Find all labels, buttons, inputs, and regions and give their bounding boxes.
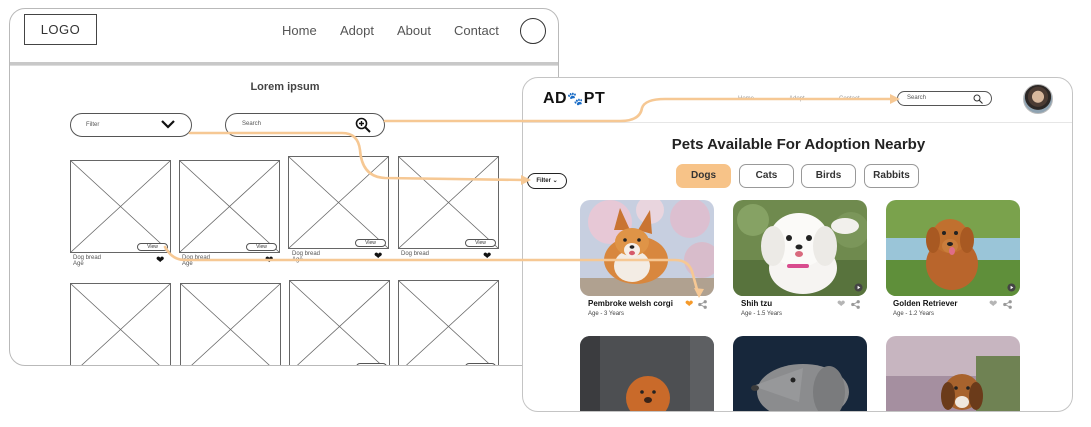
- wireframe-filter-label: Filter: [86, 122, 100, 128]
- filter-label: Filter: [536, 178, 551, 184]
- wireframe-view-button[interactable]: View: [246, 243, 277, 251]
- nav-adopt[interactable]: Adopt: [789, 96, 805, 102]
- filter-dropdown[interactable]: Filter ⌄: [527, 173, 567, 189]
- wireframe-card-caption: Dog bread Age: [73, 255, 101, 267]
- wireframe-card-image[interactable]: [180, 283, 281, 365]
- wireframe-card-caption: Dog bread: [401, 251, 429, 257]
- wireframe-nav-about[interactable]: About: [397, 23, 431, 38]
- wireframe-card-age: Age: [73, 261, 84, 267]
- pet-age: Age - 3 Years: [588, 311, 625, 317]
- heart-icon[interactable]: ❤: [156, 255, 164, 266]
- user-avatar[interactable]: [1023, 84, 1053, 114]
- chevron-down-icon: [161, 118, 175, 133]
- adopt-logo[interactable]: AD🐾PT: [543, 90, 605, 108]
- heart-icon[interactable]: ❤: [989, 300, 997, 310]
- wireframe-card-image[interactable]: [70, 283, 171, 365]
- hifi-panel: AD🐾PT Home Adopt Contact Search Pets Ava…: [522, 77, 1073, 412]
- wireframe-panel: LOGO Home Adopt About Contact Lorem ipsu…: [9, 8, 559, 366]
- wireframe-card-age: Age: [182, 261, 193, 267]
- wireframe-view-button[interactable]: View: [465, 239, 496, 247]
- wireframe-nav-home[interactable]: Home: [282, 23, 317, 38]
- play-icon[interactable]: [1007, 283, 1016, 292]
- wireframe-card-caption: Dog bread Age: [292, 251, 320, 263]
- wireframe-header-divider: [10, 62, 558, 66]
- wireframe-card-image[interactable]: [289, 280, 390, 365]
- share-icon[interactable]: [698, 300, 707, 309]
- logo-text-right: PT: [583, 90, 606, 107]
- wireframe-nav-contact[interactable]: Contact: [454, 23, 499, 38]
- wireframe-page-title: Lorem ipsum: [250, 81, 320, 93]
- tab-cats[interactable]: Cats: [739, 164, 794, 188]
- pet-photo-beagle[interactable]: [886, 336, 1020, 411]
- pet-name[interactable]: Shih tzu: [741, 299, 772, 308]
- wireframe-card-caption: Dog bread Age: [182, 255, 210, 267]
- pet-age: Age - 1.5 Years: [741, 311, 783, 317]
- zoom-in-icon: [355, 117, 371, 133]
- heart-icon[interactable]: ❤: [265, 255, 273, 266]
- wireframe-card-image[interactable]: [398, 280, 499, 365]
- search-input[interactable]: Search: [897, 91, 992, 106]
- wireframe-search-input[interactable]: Search: [225, 113, 385, 137]
- tab-rabbits[interactable]: Rabbits: [864, 164, 919, 188]
- wireframe-card-image[interactable]: View: [288, 156, 389, 249]
- logo-text-left: AD: [543, 90, 568, 107]
- pet-photo-corgi[interactable]: [580, 200, 714, 296]
- search-placeholder: Search: [907, 95, 927, 101]
- wireframe-view-button[interactable]: [356, 363, 387, 365]
- nav-home[interactable]: Home: [738, 96, 754, 102]
- pet-photo-golden-retriever[interactable]: [886, 200, 1020, 296]
- play-icon[interactable]: [854, 283, 863, 292]
- share-icon[interactable]: [1003, 300, 1012, 309]
- tab-birds[interactable]: Birds: [801, 164, 856, 188]
- heart-icon[interactable]: ❤: [483, 251, 491, 262]
- pet-photo-chow-chow[interactable]: [580, 336, 714, 411]
- wireframe-card-name: Dog bread: [401, 251, 430, 257]
- search-icon: [973, 94, 983, 104]
- wireframe-search-placeholder: Search: [242, 121, 262, 127]
- wireframe-filter-dropdown[interactable]: Filter: [70, 113, 192, 137]
- wireframe-avatar[interactable]: [520, 18, 546, 44]
- heart-icon[interactable]: ❤: [837, 300, 845, 310]
- wireframe-logo[interactable]: LOGO: [24, 14, 97, 45]
- heart-icon[interactable]: ❤: [374, 251, 382, 262]
- pet-age: Age - 1.2 Years: [893, 311, 935, 317]
- paw-icon: 🐾: [567, 91, 584, 106]
- chevron-down-icon: ⌄: [552, 178, 558, 184]
- wireframe-view-button[interactable]: [465, 363, 496, 365]
- page-title: Pets Available For Adoption Nearby: [671, 136, 926, 153]
- pet-photo-shih-tzu[interactable]: [733, 200, 867, 296]
- share-icon[interactable]: [851, 300, 860, 309]
- wireframe-nav-adopt[interactable]: Adopt: [340, 23, 374, 38]
- pet-name[interactable]: Golden Retriever: [893, 299, 957, 308]
- wireframe-card-image[interactable]: View: [398, 156, 499, 249]
- nav-contact[interactable]: Contact: [839, 96, 860, 102]
- heart-icon[interactable]: ❤: [685, 300, 693, 310]
- wireframe-view-button[interactable]: View: [137, 243, 168, 251]
- tab-dogs[interactable]: Dogs: [676, 164, 731, 188]
- pet-name[interactable]: Pembroke welsh corgi: [588, 299, 673, 308]
- pet-photo-weimaraner[interactable]: [733, 336, 867, 411]
- wireframe-card-image[interactable]: View: [70, 160, 171, 253]
- header-divider: [523, 122, 1072, 123]
- wireframe-view-button[interactable]: View: [355, 239, 386, 247]
- wireframe-card-image[interactable]: View: [179, 160, 280, 253]
- wireframe-card-age: Age: [292, 257, 303, 263]
